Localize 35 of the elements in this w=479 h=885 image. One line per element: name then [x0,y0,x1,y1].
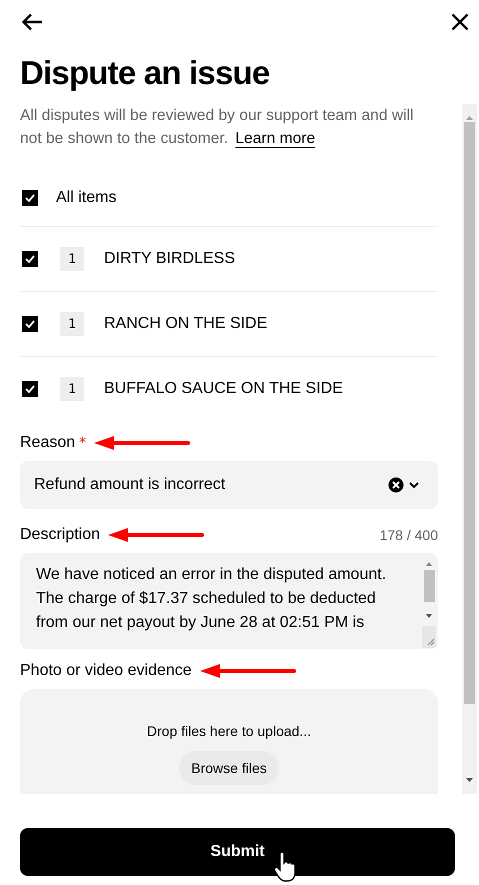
intro-text: All disputes will be reviewed by our support team and will not be shown to the customer. Learn more [20,106,414,149]
description-label: Description [20,526,100,544]
chevron-down-icon[interactable] [408,481,420,489]
item-name: BUFFALO SAUCE ON THE SIDE [104,380,343,398]
all-items-label: All items [56,189,116,207]
item-name: DIRTY BIRDLESS [104,250,236,268]
check-icon [25,255,35,263]
description-field[interactable]: We have noticed an error in the disputed amount. The charge of $17.37 scheduled to be deducted from our net payout by June 28 at 02:51 PM is [20,553,438,649]
item-name: RANCH ON THE SIDE [104,315,268,333]
browse-files-button[interactable]: Browse files [179,751,279,785]
character-counter: 178 / 400 [380,527,438,543]
check-icon [25,385,35,393]
clear-icon[interactable] [388,477,404,493]
check-icon [25,320,35,328]
quantity-badge: 1 [60,312,84,336]
learn-more-link[interactable]: Learn more [235,130,316,147]
close-icon[interactable] [451,13,469,31]
dropzone-text: Drop files here to upload... [146,723,312,739]
scrollbar[interactable] [462,104,477,794]
quantity-badge: 1 [60,247,84,271]
hand-cursor-icon [274,852,296,882]
quantity-badge: 1 [60,377,84,401]
upload-dropzone[interactable]: Drop files here to upload... Browse files [20,689,438,794]
reason-select[interactable]: Refund amount is incorrect [20,461,438,509]
submit-button[interactable]: Submit [20,828,455,876]
evidence-label: Photo or video evidence [20,662,192,680]
checkbox[interactable] [22,251,38,267]
checkbox[interactable] [22,316,38,332]
back-icon[interactable] [21,13,43,31]
check-icon [25,194,35,202]
required-mark: * [79,435,86,451]
checkbox[interactable] [22,381,38,397]
page-title: Dispute an issue [19,53,270,93]
reason-label: Reason [20,434,76,452]
checkbox[interactable] [22,190,38,206]
